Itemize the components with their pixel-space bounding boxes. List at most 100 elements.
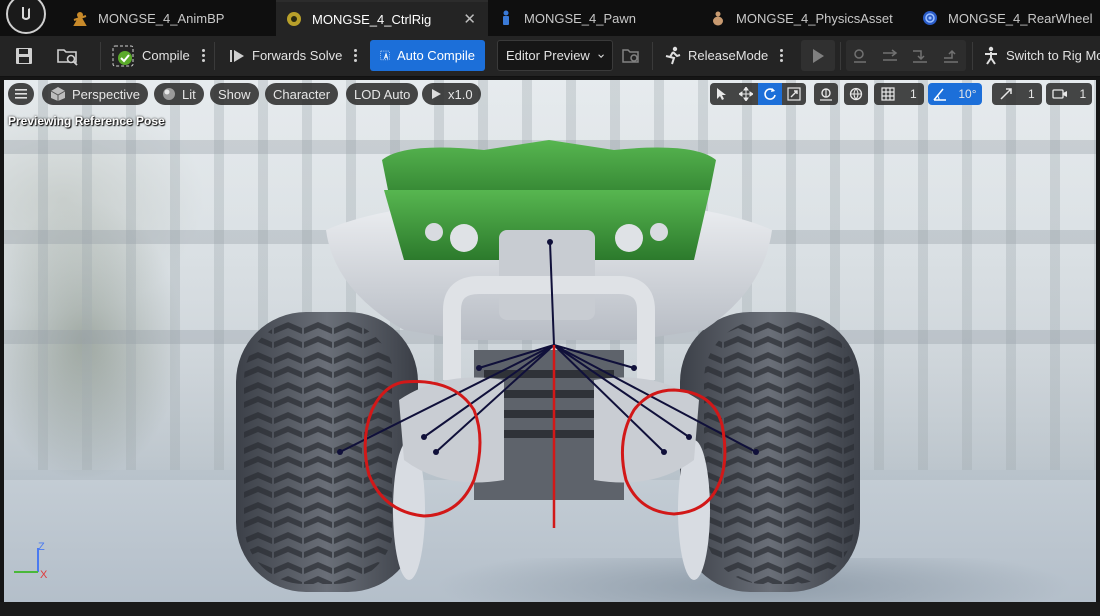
compile-options-icon[interactable] (201, 47, 205, 64)
tab-label: MONGSE_4_RearWheel (948, 10, 1093, 26)
scale-snap-value: 1 (1027, 87, 1035, 101)
character-label: Character (273, 86, 331, 102)
release-mode-options-icon[interactable] (780, 47, 784, 64)
play-icon (813, 48, 824, 63)
compile-label: Compile (142, 48, 190, 63)
translate-tool-button[interactable] (734, 83, 758, 105)
browse-preview-button[interactable] (622, 40, 642, 71)
rotate-tool-button[interactable] (758, 83, 782, 105)
tab-label: MONGSE_4_CtrlRig (312, 11, 432, 27)
move-arrows-icon (739, 87, 753, 101)
camera-speed-value: 1 (1079, 87, 1087, 101)
scale-snap-button[interactable]: 1 (992, 83, 1042, 105)
tab-animbp[interactable]: MONGSE_4_AnimBP (62, 0, 276, 36)
save-icon (16, 47, 32, 64)
release-mode-button[interactable]: ReleaseMode (664, 40, 784, 71)
forwards-solve-button[interactable]: Forwards Solve (228, 40, 358, 71)
step-search-icon[interactable] (852, 48, 868, 64)
auto-compile-button[interactable]: Auto Compile (370, 40, 485, 71)
atv-vehicle-render (236, 140, 860, 592)
browse-folder-icon (57, 48, 78, 66)
pawn-icon (498, 10, 514, 26)
step-into-icon[interactable] (911, 48, 929, 64)
angle-icon (933, 88, 947, 101)
surface-snap-icon (820, 88, 832, 101)
bottom-status-strip (0, 602, 1100, 616)
perspective-label: Perspective (72, 86, 140, 102)
show-flags-button[interactable]: Show (210, 83, 259, 105)
view-mode-lit-button[interactable]: Lit (154, 83, 204, 105)
browse-asset-button[interactable] (56, 40, 80, 71)
scale-icon (787, 87, 801, 101)
tab-label: MONGSE_4_AnimBP (98, 10, 225, 26)
play-icon (432, 89, 441, 99)
auto-compile-icon (380, 50, 390, 60)
save-button[interactable] (14, 40, 34, 71)
switch-to-rig-mode-button[interactable]: Switch to Rig Mo (982, 40, 1100, 71)
select-tool-button[interactable] (710, 83, 734, 105)
preview-viewport[interactable]: Perspective Lit Show Character LOD Auto … (4, 80, 1096, 602)
character-menu-button[interactable]: Character (265, 83, 339, 105)
lod-selector-button[interactable]: LOD Auto (346, 83, 419, 105)
show-label: Show (218, 86, 251, 102)
auto-compile-label: Auto Compile (396, 48, 475, 63)
compile-button[interactable]: Compile (112, 40, 205, 71)
toolbar-divider (972, 42, 973, 70)
compile-check-icon (112, 45, 134, 66)
grid-icon (881, 87, 895, 101)
surface-snapping-button[interactable] (814, 83, 838, 105)
toolbar-divider (214, 42, 215, 70)
axis-x-label: X (40, 569, 48, 581)
preview-mode-dropdown[interactable]: Editor Preview (497, 40, 613, 71)
grid-snap-button[interactable]: 1 (874, 83, 924, 105)
perspective-view-button[interactable]: Perspective (42, 83, 148, 105)
debug-step-controls (846, 40, 966, 71)
scale-tool-button[interactable] (782, 83, 806, 105)
axis-z-label: Z (38, 542, 45, 553)
editor-toolbar: Compile Forwards Solve Auto Compile Edit… (0, 36, 1100, 77)
debug-play-button[interactable] (801, 40, 835, 71)
playback-speed-button[interactable]: x1.0 (422, 83, 481, 105)
rotation-snap-button[interactable]: 10° (928, 83, 982, 105)
close-tab-icon[interactable]: ✕ (463, 10, 476, 28)
control-rig-icon (286, 11, 302, 27)
toolbar-divider (840, 42, 841, 70)
document-tab-bar: MONGSE_4_AnimBP MONGSE_4_CtrlRig ✕ MONGS… (0, 0, 1100, 36)
rotation-snap-value: 10° (958, 87, 977, 101)
tab-label: MONGSE_4_Pawn (524, 10, 636, 26)
switch-to-rig-label: Switch to Rig Mo (1006, 48, 1100, 63)
cursor-arrow-icon (717, 88, 726, 100)
chevron-down-icon (598, 53, 604, 58)
browse-folder-icon (622, 48, 639, 63)
camera-speed-button[interactable]: 1 (1046, 83, 1092, 105)
forwards-solve-options-icon[interactable] (354, 47, 358, 64)
toolbar-divider (100, 42, 101, 70)
cube-perspective-icon (50, 87, 66, 101)
world-globe-icon (849, 87, 863, 101)
camera-icon (1052, 89, 1067, 99)
viewport-options-button[interactable] (8, 83, 34, 105)
tab-pawn[interactable]: MONGSE_4_Pawn (488, 0, 700, 36)
tab-physics-asset[interactable]: MONGSE_4_PhysicsAsset (700, 0, 912, 36)
lit-sphere-icon (163, 88, 175, 100)
lod-label: LOD Auto (354, 86, 411, 102)
tab-rear-wheel[interactable]: MONGSE_4_RearWheel (912, 0, 1100, 36)
rotate-icon (764, 88, 776, 100)
step-over-icon[interactable] (881, 48, 899, 64)
speed-label: x1.0 (448, 86, 473, 102)
physics-asset-icon (710, 10, 726, 26)
tab-label: MONGSE_4_PhysicsAsset (736, 10, 893, 26)
unreal-engine-logo-icon[interactable] (6, 0, 46, 34)
preview-status-text: Previewing Reference Pose (8, 114, 165, 128)
grid-size-value: 1 (909, 87, 917, 101)
scale-arrow-icon (1000, 88, 1013, 100)
release-mode-label: ReleaseMode (688, 48, 769, 63)
tab-ctrlrig[interactable]: MONGSE_4_CtrlRig ✕ (276, 0, 488, 36)
forwards-solve-label: Forwards Solve (252, 48, 343, 63)
anim-blueprint-icon (72, 10, 88, 26)
rig-figure-icon (985, 46, 997, 65)
coordinate-space-button[interactable] (844, 83, 868, 105)
play-forward-icon (230, 49, 244, 62)
preview-mode-value: Editor Preview (506, 48, 590, 63)
step-out-icon[interactable] (942, 48, 960, 64)
